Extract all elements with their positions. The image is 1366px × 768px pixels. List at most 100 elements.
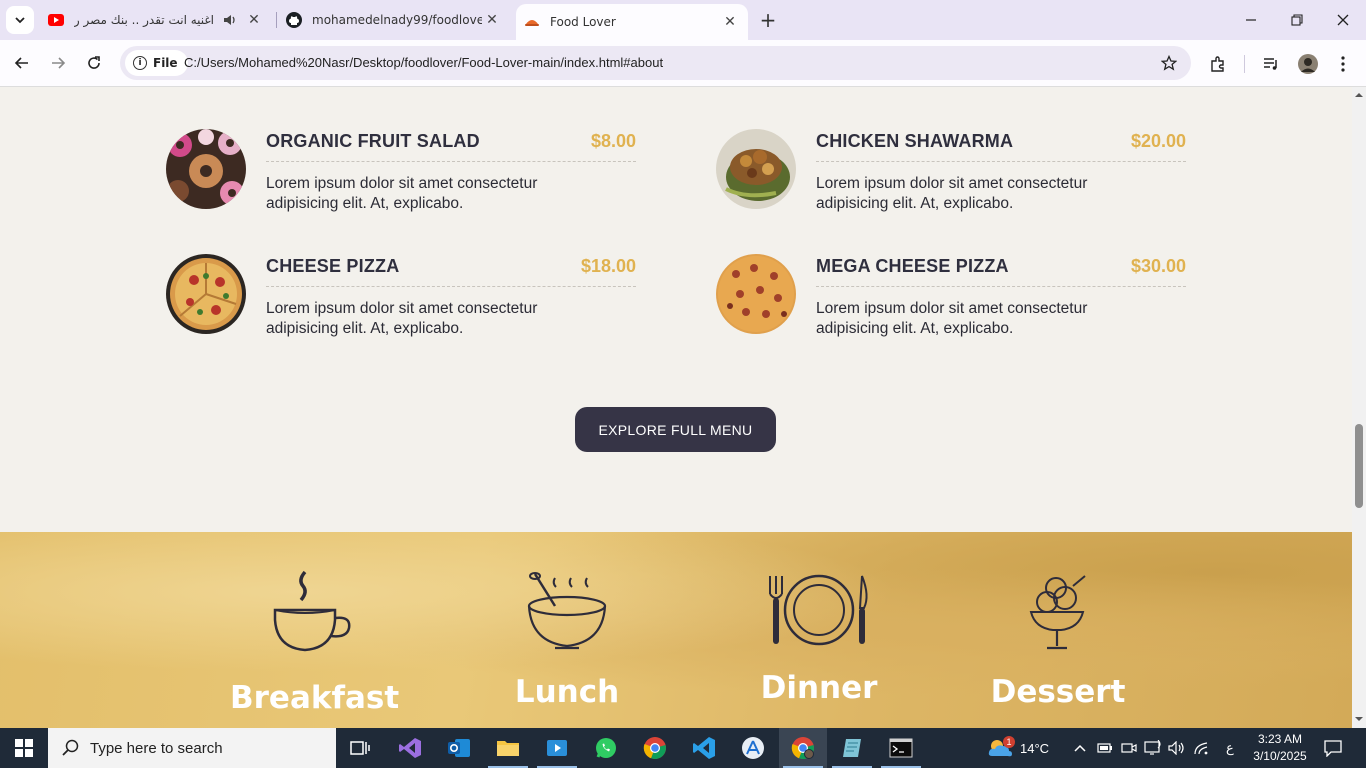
dashed-divider: [266, 286, 636, 287]
app-store-icon[interactable]: [729, 728, 777, 768]
wifi-icon[interactable]: [1193, 728, 1211, 768]
url-text[interactable]: C:/Users/Mohamed%20Nasr/Desktop/foodlove…: [184, 55, 663, 70]
media-control-icon[interactable]: [1259, 52, 1283, 76]
forward-button[interactable]: [46, 51, 70, 75]
donuts-image: [166, 129, 246, 209]
restore-button[interactable]: [1285, 8, 1309, 32]
dashed-divider: [266, 161, 636, 162]
meal-dessert: Dessert: [978, 572, 1138, 710]
meal-breakfast: Breakfast: [230, 568, 400, 716]
tab-github[interactable]: mohamedelnady99/foodlover- ✕: [278, 4, 510, 36]
more-menu-icon[interactable]: [1331, 52, 1355, 76]
file-explorer-icon[interactable]: [484, 728, 532, 768]
scroll-thumb[interactable]: [1355, 424, 1363, 508]
network-icon[interactable]: [1144, 728, 1162, 768]
start-button[interactable]: [0, 728, 48, 768]
site-info-chip[interactable]: i File: [125, 50, 188, 76]
clock-time: 3:23 AM: [1257, 732, 1303, 746]
speaker-icon[interactable]: [222, 12, 238, 28]
menu-item-name: MEGA CHEESE PIZZA: [816, 256, 1009, 276]
tab-search-button[interactable]: [6, 6, 34, 34]
meal-dinner: Dinner: [739, 574, 899, 706]
menu-item: MEGA CHEESE PIZZA $30.00 Lorem ipsum dol…: [716, 254, 1186, 344]
meal-title: Lunch: [514, 674, 620, 710]
dashed-divider: [816, 286, 1186, 287]
outlook-icon[interactable]: [435, 728, 483, 768]
whatsapp-icon[interactable]: [582, 728, 630, 768]
tab-food-lover[interactable]: Food Lover ✕: [516, 4, 748, 40]
menu-item: CHEESE PIZZA $18.00 Lorem ipsum dolor si…: [166, 254, 636, 344]
windows-taskbar: Type here to search 1 14°C ع 3:23 AM 3/1…: [0, 728, 1366, 768]
close-icon[interactable]: ✕: [720, 12, 740, 32]
reload-button[interactable]: [82, 51, 106, 75]
tab-title: اغنيه انت تقدر .. بنك مصر رمضان: [74, 13, 214, 27]
mega-pizza-image: [716, 254, 796, 334]
new-tab-button[interactable]: +: [756, 8, 780, 32]
toolbar-divider: [1244, 55, 1245, 73]
chevron-down-icon: [15, 17, 25, 24]
visual-studio-icon[interactable]: [386, 728, 434, 768]
clock-date: 3/10/2025: [1253, 749, 1307, 763]
tray-chevron-icon[interactable]: [1074, 728, 1086, 768]
coffee-cup-icon: [273, 570, 351, 652]
meal-title: Dinner: [760, 670, 878, 706]
notes-app-icon[interactable]: [828, 728, 876, 768]
menu-item-price: $8.00: [590, 131, 636, 151]
shawarma-image: [716, 129, 796, 209]
page-viewport: ORGANIC FRUIT SALAD $8.00 Lorem ipsum do…: [0, 87, 1352, 728]
avatar[interactable]: [1296, 52, 1320, 76]
notifications-icon[interactable]: [1323, 728, 1343, 768]
youtube-icon: [48, 12, 64, 28]
movie-maker-icon[interactable]: [533, 728, 581, 768]
back-button[interactable]: [10, 51, 34, 75]
system-clock[interactable]: 3:23 AM 3/10/2025: [1248, 731, 1312, 765]
menu-item-price: $30.00: [1130, 256, 1186, 276]
camera-icon[interactable]: [1121, 728, 1137, 768]
input-language[interactable]: ع: [1226, 728, 1234, 768]
terminal-icon[interactable]: [877, 728, 925, 768]
menu-item-price: $18.00: [580, 256, 636, 276]
weather-badge: 1: [1003, 736, 1015, 748]
task-view-icon[interactable]: [336, 728, 384, 768]
page-scrollbar[interactable]: [1352, 87, 1366, 728]
tab-separator: [276, 12, 277, 28]
volume-icon[interactable]: [1168, 728, 1186, 768]
tab-title: mohamedelnady99/foodlover-: [312, 13, 482, 27]
browser-toolbar: i File C:/Users/Mohamed%20Nasr/Desktop/f…: [0, 40, 1366, 87]
menu-item-description: Lorem ipsum dolor sit amet consectetur a…: [816, 175, 1088, 212]
extensions-icon[interactable]: [1206, 52, 1230, 76]
meal-title: Breakfast: [230, 680, 400, 716]
tab-title: Food Lover: [550, 15, 616, 29]
chrome-active-icon[interactable]: [779, 728, 827, 768]
menu-item-name: CHICKEN SHAWARMA: [816, 131, 1014, 151]
chrome-icon[interactable]: [631, 728, 679, 768]
menu-item-name: CHEESE PIZZA: [266, 256, 400, 276]
scroll-down-icon: [1355, 717, 1363, 721]
menu-item-name: ORGANIC FRUIT SALAD: [266, 131, 480, 151]
info-icon: i: [133, 56, 147, 70]
weather-temp: 14°C: [1020, 740, 1050, 756]
dashed-divider: [816, 161, 1186, 162]
address-bar[interactable]: i File C:/Users/Mohamed%20Nasr/Desktop/f…: [120, 46, 1191, 80]
tab-youtube[interactable]: اغنيه انت تقدر .. بنك مصر رمضان ✕: [40, 4, 272, 36]
vscode-icon[interactable]: [680, 728, 728, 768]
taskbar-search[interactable]: Type here to search: [48, 728, 336, 768]
explore-menu-button[interactable]: EXPLORE FULL MENU: [575, 407, 776, 452]
menu-item-description: Lorem ipsum dolor sit amet consectetur a…: [266, 175, 538, 212]
bookmark-star-icon[interactable]: [1159, 53, 1179, 73]
arrow-right-icon: [52, 57, 66, 69]
search-icon: [62, 739, 79, 756]
weather-widget[interactable]: 1 14°C: [986, 728, 1049, 768]
close-window-button[interactable]: [1331, 8, 1355, 32]
close-icon[interactable]: ✕: [482, 10, 502, 30]
minimize-button[interactable]: [1239, 8, 1263, 32]
close-icon[interactable]: ✕: [244, 10, 264, 30]
menu-item-description: Lorem ipsum dolor sit amet consectetur a…: [816, 300, 1088, 337]
soup-bowl-icon: [527, 572, 607, 650]
meal-lunch: Lunch: [487, 572, 647, 710]
battery-icon[interactable]: [1097, 728, 1113, 768]
scroll-up-icon: [1355, 93, 1363, 97]
github-icon: [286, 12, 302, 28]
arrow-left-icon: [14, 57, 28, 69]
windows-logo-icon: [15, 739, 33, 757]
